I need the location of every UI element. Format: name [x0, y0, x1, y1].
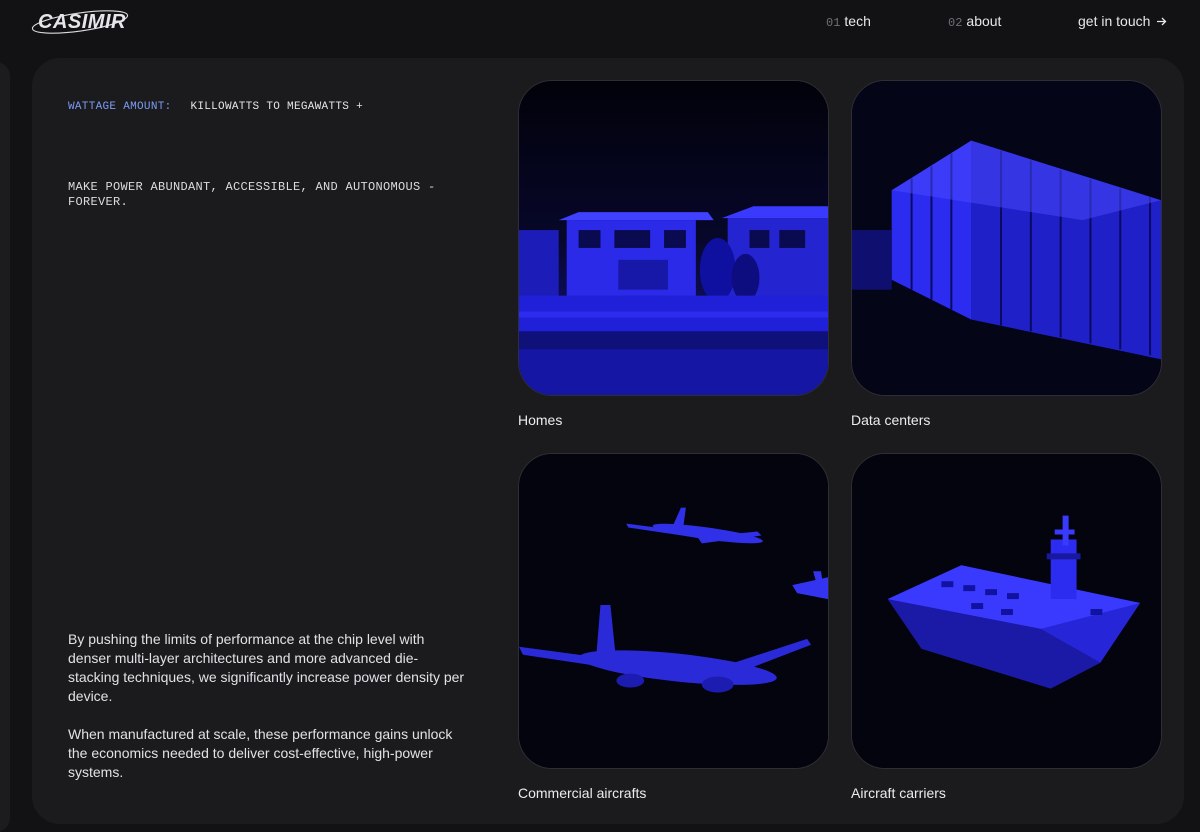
nav-tech-number: 01 [826, 16, 841, 30]
description: By pushing the limits of performance at … [68, 630, 468, 782]
wattage-label: WATTAGE AMOUNT: [68, 101, 172, 113]
description-paragraph-1: By pushing the limits of performance at … [68, 631, 465, 704]
tile-commercial-aircrafts[interactable]: Commercial aircrafts [518, 453, 829, 801]
casimir-logo[interactable]: CASIMIR [28, 2, 138, 42]
tile-aircraft-carriers-caption: Aircraft carriers [851, 785, 946, 801]
tile-commercial-aircrafts-caption: Commercial aircrafts [518, 785, 647, 801]
arrow-right-icon [1156, 14, 1167, 30]
nav-tech-label: tech [844, 13, 871, 29]
nav-about-number: 02 [948, 16, 963, 30]
tile-homes[interactable]: Homes [518, 80, 829, 428]
data-centers-image [851, 80, 1162, 396]
mission-statement: MAKE POWER ABUNDANT, ACCESSIBLE, AND AUT… [68, 180, 436, 209]
aircraft-carriers-image [851, 453, 1162, 769]
tile-data-centers-caption: Data centers [851, 412, 931, 428]
get-in-touch-label: get in touch [1078, 13, 1151, 29]
description-paragraph-2: When manufactured at scale, these perfor… [68, 726, 453, 780]
tile-homes-caption: Homes [518, 412, 563, 428]
get-in-touch-link[interactable]: get in touch [1078, 13, 1167, 30]
site-header: CASIMIR 01 tech 02 about get in touch [0, 0, 1200, 50]
wattage-value: KILLOWATTS TO MEGAWATTS + [190, 101, 363, 113]
nav-tech[interactable]: 01 tech [826, 13, 871, 30]
svg-text:CASIMIR: CASIMIR [38, 11, 126, 33]
previous-card-edge [0, 62, 10, 832]
wattage-row: WATTAGE AMOUNT: KILLOWATTS TO MEGAWATTS … [68, 101, 363, 113]
nav-about-label: about [966, 13, 1002, 29]
nav-about[interactable]: 02 about [948, 13, 1001, 30]
homes-image [518, 80, 829, 396]
tile-aircraft-carriers[interactable]: Aircraft carriers [851, 453, 1162, 801]
applications-card: WATTAGE AMOUNT: KILLOWATTS TO MEGAWATTS … [32, 58, 1184, 824]
commercial-aircrafts-image [518, 453, 829, 769]
tile-data-centers[interactable]: Data centers [851, 80, 1162, 428]
